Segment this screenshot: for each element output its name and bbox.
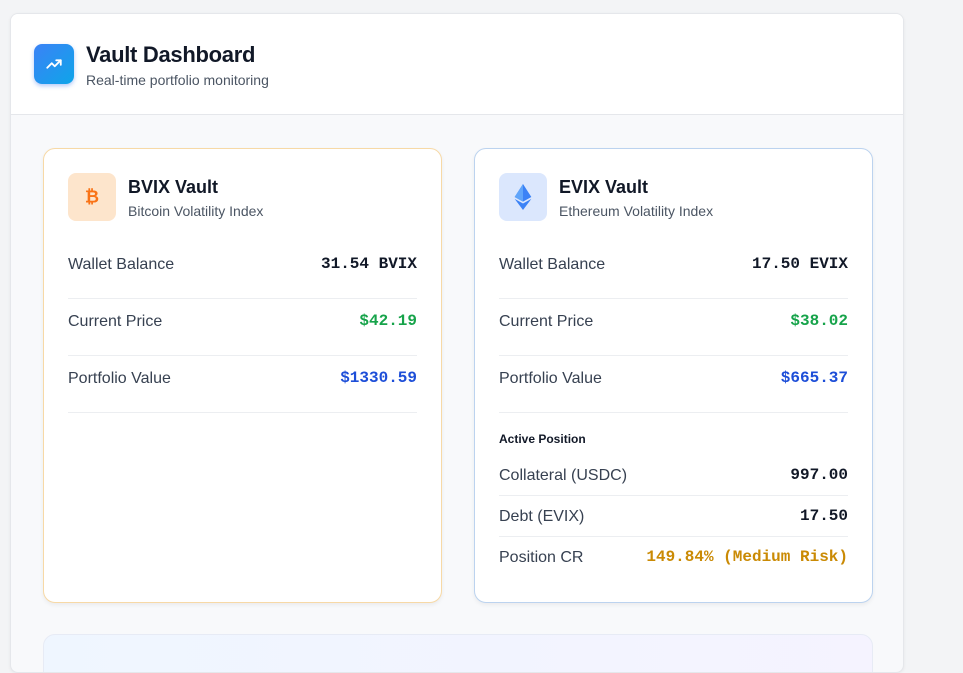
row-value: 31.54 BVIX [320,255,417,273]
row-label: Wallet Balance [499,256,606,273]
page-title: Vault Dashboard [86,42,256,67]
bottom-info-panel [43,634,873,672]
row-value: 17.50 [799,507,848,525]
row-value: 997.00 [790,466,848,484]
active-position-heading: Active Position [499,432,586,446]
row-label: Portfolio Value [499,370,602,387]
row-value: $665.37 [780,369,848,387]
portfolio-value-row: Portfolio Value $665.37 [499,356,848,413]
current-price-row: Current Price $42.19 [68,299,417,356]
portfolio-value-row: Portfolio Value $1330.59 [68,356,417,413]
row-label: Debt (EVIX) [499,508,585,525]
ethereum-icon [499,173,547,221]
debt-row: Debt (EVIX) 17.50 [499,496,848,537]
vault-subtitle: Bitcoin Volatility Index [128,203,264,219]
evix-vault-card: EVIX Vault Ethereum Volatility Index Wal… [474,148,873,603]
page-subtitle: Real-time portfolio monitoring [86,72,269,88]
row-label: Wallet Balance [68,256,175,273]
row-label: Collateral (USDC) [499,467,628,484]
row-value: 17.50 EVIX [751,255,848,273]
row-value: $42.19 [359,312,417,330]
svg-text:₿: ₿ [85,188,99,208]
vault-subtitle: Ethereum Volatility Index [559,203,714,219]
trending-up-icon [34,44,74,84]
row-label: Current Price [68,313,163,330]
dashboard-header: Vault Dashboard Real-time portfolio moni… [11,14,903,115]
row-label: Position CR [499,549,584,566]
position-cr-row: Position CR 149.84% (Medium Risk) [499,537,848,578]
row-value: $1330.59 [340,369,417,387]
dashboard-panel: Vault Dashboard Real-time portfolio moni… [10,13,904,673]
bitcoin-icon: ₿ [68,173,116,221]
wallet-balance-row: Wallet Balance 31.54 BVIX [68,242,417,299]
row-label: Current Price [499,313,594,330]
bvix-vault-card: ₿ BVIX Vault Bitcoin Volatility Index Wa… [43,148,442,603]
current-price-row: Current Price $38.02 [499,299,848,356]
row-label: Portfolio Value [68,370,171,387]
position-cr-value: 149.84% (Medium Risk) [646,548,848,566]
collateral-row: Collateral (USDC) 997.00 [499,455,848,496]
vault-title: BVIX Vault [128,177,219,197]
row-value: $38.02 [790,312,848,330]
wallet-balance-row: Wallet Balance 17.50 EVIX [499,242,848,299]
vault-title: EVIX Vault [559,177,649,197]
